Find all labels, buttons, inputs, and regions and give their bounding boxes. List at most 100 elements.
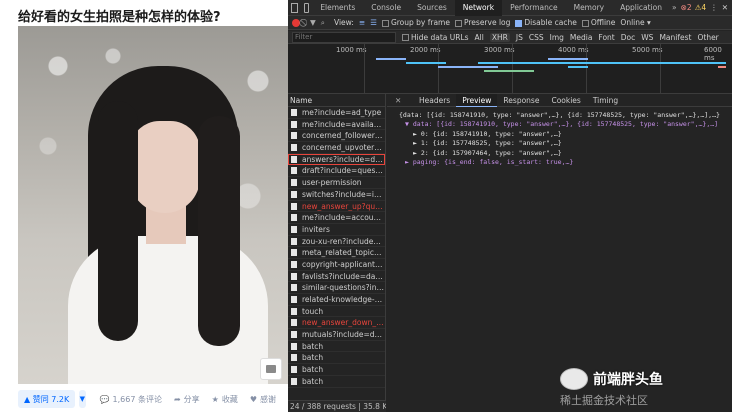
json-root-line[interactable]: {data: [{id: 158741910, type: "answer",…… <box>399 111 732 120</box>
request-row[interactable]: inviters <box>288 224 385 236</box>
photo-hair-left <box>98 101 138 341</box>
hide-data-urls-checkbox[interactable]: Hide data URLs <box>402 33 469 42</box>
json-item-1[interactable]: ► 1: {id: 157748525, type: "answer",…} <box>399 139 732 148</box>
tab-memory[interactable]: Memory <box>566 0 613 16</box>
request-row[interactable]: switches?include=is_answ... <box>288 189 385 201</box>
tab-sources[interactable]: Sources <box>409 0 455 16</box>
waterfall-icon[interactable]: ☰ <box>370 18 377 27</box>
filter-type-doc[interactable]: Doc <box>621 33 636 42</box>
request-row[interactable]: batch <box>288 376 385 388</box>
request-row[interactable]: copyright-applicants?offs... <box>288 259 385 271</box>
site-watermark: 稀土掘金技术社区 <box>560 394 648 407</box>
large-rows-icon[interactable]: ≡ <box>359 18 365 27</box>
filter-toggle-icon[interactable]: ▼ <box>310 18 316 27</box>
filter-type-media[interactable]: Media <box>570 33 593 42</box>
offline-checkbox[interactable]: Offline <box>581 18 616 27</box>
downvote-button[interactable]: ▼ <box>79 390 86 408</box>
request-list-header[interactable]: Name <box>288 94 385 107</box>
timeline-bar <box>376 58 406 60</box>
preserve-log-checkbox[interactable]: Preserve log <box>454 18 510 27</box>
tab-timing[interactable]: Timing <box>587 94 624 107</box>
tab-headers[interactable]: Headers <box>413 94 456 107</box>
request-row[interactable]: new_answer_up?question... <box>288 201 385 213</box>
answer-photo[interactable] <box>18 26 288 384</box>
filter-type-font[interactable]: Font <box>598 33 614 42</box>
json-paging-line[interactable]: ► paging: {is_end: false, is_start: true… <box>399 158 732 167</box>
disable-cache-checkbox[interactable]: Disable cache <box>515 18 577 27</box>
request-row[interactable]: batch <box>288 364 385 376</box>
request-row[interactable]: batch <box>288 352 385 365</box>
filter-type-img[interactable]: Img <box>550 33 564 42</box>
filter-type-manifest[interactable]: Manifest <box>659 33 691 42</box>
question-title[interactable]: 给好看的女生拍照是种怎样的体验? <box>18 6 221 25</box>
network-overview-timeline[interactable]: 1000 ms 2000 ms 3000 ms 4000 ms 5000 ms … <box>288 44 732 94</box>
request-row[interactable]: new_answer_down_sticky... <box>288 317 385 330</box>
tab-preview[interactable]: Preview <box>456 93 498 107</box>
request-row[interactable]: batch <box>288 341 385 353</box>
network-status-footer: 24 / 388 requests | 35.8 KB / 1... <box>288 400 386 412</box>
json-item-2[interactable]: ► 2: {id: 157907464, type: "answer",…} <box>399 149 732 158</box>
upvote-button[interactable]: ▲ 赞同 7.2K <box>18 390 76 408</box>
request-row[interactable]: zou-xu-ren?include=locati... <box>288 236 385 248</box>
request-rows: me?include=ad_typeme?include=available_m… <box>288 107 385 388</box>
tab-console[interactable]: Console <box>363 0 409 16</box>
json-data-line[interactable]: ▼ data: [{id: 158741910, type: "answer",… <box>399 120 732 129</box>
offline-label: Offline <box>590 18 616 27</box>
group-by-frame-checkbox[interactable]: Group by frame <box>381 18 450 27</box>
throttling-select[interactable]: Online ▾ <box>620 18 650 27</box>
share-label: 分享 <box>183 394 200 404</box>
timeline-tick-6000: 6000 ms <box>704 46 722 62</box>
timeline-gridline <box>660 44 661 94</box>
share-button[interactable]: ➦ 分享 <box>174 394 200 405</box>
request-row[interactable]: me?include=available_me... <box>288 119 385 131</box>
timeline-tick-3000: 3000 ms <box>484 46 515 54</box>
comments-button[interactable]: 💬 1,667 条评论 <box>100 394 162 405</box>
image-viewer-button[interactable] <box>260 358 282 380</box>
request-row[interactable]: me?include=account_stat... <box>288 212 385 224</box>
request-row[interactable]: favlists?include=data%5B... <box>288 271 385 283</box>
request-row[interactable]: concerned_followers?limit... <box>288 130 385 143</box>
filter-input[interactable] <box>292 31 396 43</box>
author-name: 前端胖头鱼 <box>593 372 663 388</box>
request-row[interactable]: similar-questions?include... <box>288 282 385 294</box>
request-row[interactable]: related-knowledge-comm... <box>288 294 385 306</box>
request-row[interactable]: user-permission <box>288 177 385 189</box>
filter-type-all[interactable]: All <box>475 33 484 42</box>
more-tabs-icon[interactable]: » <box>670 0 679 16</box>
screenshot-root: 给好看的女生拍照是种怎样的体验? ▲ 赞同 7.2K ▼ 💬 1,667 条评论 … <box>0 0 732 412</box>
request-row[interactable]: answers?include=data%5... <box>288 153 385 166</box>
view-label: View: <box>333 18 354 27</box>
request-row[interactable]: mutuals?include=data%5... <box>288 329 385 341</box>
favorite-button[interactable]: ★ 收藏 <box>212 394 238 405</box>
device-toolbar-icon[interactable] <box>304 2 310 13</box>
record-button[interactable] <box>292 18 300 27</box>
request-row[interactable]: touch <box>288 306 385 318</box>
tab-response[interactable]: Response <box>497 94 545 107</box>
tab-elements[interactable]: Elements <box>312 0 363 16</box>
inspect-icon[interactable] <box>291 2 299 13</box>
thanks-button[interactable]: ♥ 感谢 <box>250 394 276 405</box>
json-item-0[interactable]: ► 0: {id: 158741910, type: "answer",…} <box>399 130 732 139</box>
close-devtools-icon[interactable]: ✕ <box>722 3 728 12</box>
close-detail-icon[interactable]: ✕ <box>395 96 401 105</box>
devtools-tab-bar: Elements Console Sources Network Perform… <box>288 0 732 16</box>
warning-count[interactable]: ⚠4 <box>695 3 707 12</box>
error-count[interactable]: ⊗2 <box>679 3 692 12</box>
tab-application[interactable]: Application <box>612 0 670 16</box>
filter-type-js[interactable]: JS <box>516 33 523 42</box>
filter-type-xhr[interactable]: XHR <box>489 32 510 42</box>
filter-type-ws[interactable]: WS <box>641 33 653 42</box>
request-row[interactable]: me?include=ad_type <box>288 107 385 119</box>
request-row[interactable]: concerned_upvoters?limit... <box>288 142 385 154</box>
request-row[interactable]: meta_related_topics?inclu... <box>288 247 385 259</box>
filter-type-css[interactable]: CSS <box>529 33 544 42</box>
tab-network[interactable]: Network <box>454 0 503 16</box>
settings-icon[interactable]: ⋮ <box>710 3 718 12</box>
filter-type-other[interactable]: Other <box>697 33 718 42</box>
preserve-log-box <box>454 19 462 27</box>
tab-cookies[interactable]: Cookies <box>545 94 586 107</box>
tab-performance[interactable]: Performance <box>502 0 566 16</box>
timeline-bar <box>406 62 446 64</box>
request-row[interactable]: draft?include=question <box>288 165 385 178</box>
search-icon[interactable]: ⌕ <box>321 18 325 28</box>
